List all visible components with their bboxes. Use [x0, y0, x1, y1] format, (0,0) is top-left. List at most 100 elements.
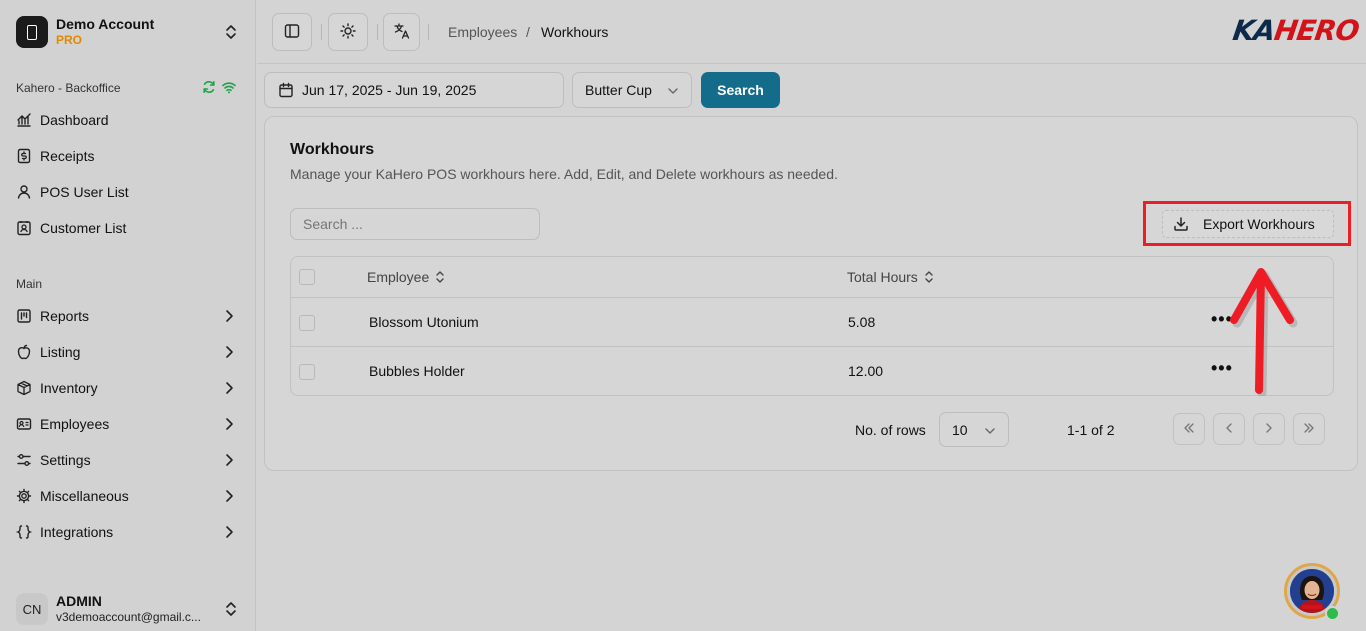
- row-checkbox[interactable]: [299, 315, 315, 331]
- chart-icon: [16, 112, 32, 128]
- table-row: Blossom Utonium 5.08 •••: [291, 298, 1333, 347]
- store-select[interactable]: Butter Cup: [572, 72, 692, 108]
- sidebar-item-reports[interactable]: Reports: [16, 301, 240, 331]
- sidebar: Demo Account PRO Kahero - Backoffice Das…: [0, 0, 256, 631]
- gear-icon: [16, 488, 32, 504]
- contact-icon: [16, 220, 32, 236]
- sun-icon: [340, 22, 356, 42]
- sidebar-item-label: Listing: [40, 344, 81, 360]
- divider: [428, 24, 429, 40]
- sidebar-toggle-icon: [284, 23, 300, 42]
- apple-icon: [16, 344, 32, 360]
- sidebar-item-label: Customer List: [40, 220, 127, 236]
- translate-icon: [393, 22, 411, 43]
- sidebar-item-customer-list[interactable]: Customer List: [16, 213, 240, 243]
- chevron-down-icon: [984, 424, 996, 440]
- sidebar-item-label: Employees: [40, 416, 110, 432]
- rows-per-page-value: 10: [952, 421, 968, 438]
- sidebar-item-inventory[interactable]: Inventory: [16, 373, 240, 403]
- chevron-right-icon: [224, 381, 234, 398]
- chevron-right-icon: [224, 345, 234, 362]
- select-all-checkbox[interactable]: [299, 269, 315, 285]
- chevrons-left-icon: [1182, 421, 1196, 438]
- pagination-info: 1-1 of 2: [1067, 422, 1115, 438]
- export-workhours-button[interactable]: Export Workhours: [1162, 210, 1334, 238]
- chevron-down-icon: [667, 84, 679, 100]
- account-name: Demo Account: [56, 16, 155, 32]
- main-section-label: Main: [16, 277, 43, 291]
- sidebar-item-label: Dashboard: [40, 112, 109, 128]
- box-icon: [16, 380, 32, 396]
- card-description: Manage your KaHero POS workhours here. A…: [290, 166, 838, 182]
- user-icon: [16, 184, 32, 200]
- first-page-button[interactable]: [1173, 413, 1205, 445]
- total-hours: 12.00: [848, 363, 884, 379]
- last-page-button[interactable]: [1293, 413, 1325, 445]
- account-switcher[interactable]: Demo Account PRO: [16, 15, 242, 49]
- chevron-right-icon: [224, 453, 234, 470]
- chevron-right-icon: [224, 489, 234, 506]
- chevrons-up-down-icon: [224, 24, 238, 43]
- sidebar-item-label: Integrations: [40, 524, 114, 540]
- phone-icon: [16, 16, 48, 48]
- column-employee[interactable]: Employee: [367, 269, 445, 285]
- id-card-icon: [16, 416, 32, 432]
- total-hours: 5.08: [848, 314, 876, 330]
- rows-per-page-label: No. of rows: [855, 422, 926, 438]
- sidebar-item-miscellaneous[interactable]: Miscellaneous: [16, 481, 240, 511]
- sliders-icon: [16, 452, 32, 468]
- sidebar-item-label: Miscellaneous: [40, 488, 129, 504]
- sidebar-item-label: Inventory: [40, 380, 98, 396]
- row-checkbox[interactable]: [299, 364, 315, 380]
- date-range-value: Jun 17, 2025 - Jun 19, 2025: [302, 82, 477, 98]
- sidebar-item-employees[interactable]: Employees: [16, 409, 240, 439]
- user-name: ADMIN: [56, 593, 102, 609]
- language-button[interactable]: [383, 13, 420, 51]
- sync-icon[interactable]: [202, 80, 216, 97]
- sidebar-item-dashboard[interactable]: Dashboard: [16, 105, 240, 135]
- wifi-icon: [222, 80, 236, 97]
- braces-icon: [16, 524, 32, 540]
- rows-per-page-select[interactable]: 10: [939, 412, 1009, 447]
- top-bar: Employees / Workhours KAHERO: [257, 0, 1366, 64]
- breadcrumb-employees[interactable]: Employees: [448, 24, 517, 40]
- column-total-hours[interactable]: Total Hours: [847, 269, 934, 285]
- chevron-right-icon: [224, 417, 234, 434]
- user-menu[interactable]: CN ADMIN v3demoaccount@gmail.c...: [16, 591, 242, 627]
- download-icon: [1173, 216, 1189, 232]
- next-page-button[interactable]: [1253, 413, 1285, 445]
- breadcrumb-separator: /: [526, 24, 530, 40]
- employee-name: Bubbles Holder: [369, 363, 465, 379]
- divider: [321, 24, 322, 40]
- sidebar-item-integrations[interactable]: Integrations: [16, 517, 240, 547]
- chevron-right-icon: [1262, 421, 1276, 438]
- annotation-arrow-icon: [1230, 268, 1298, 396]
- search-button[interactable]: Search: [701, 72, 780, 108]
- sidebar-item-pos-user-list[interactable]: POS User List: [16, 177, 240, 207]
- chevron-right-icon: [224, 525, 234, 542]
- user-email: v3demoaccount@gmail.c...: [56, 610, 201, 624]
- sidebar-item-listing[interactable]: Listing: [16, 337, 240, 367]
- online-status-indicator: [1325, 606, 1340, 621]
- previous-page-button[interactable]: [1213, 413, 1245, 445]
- kahero-logo: KAHERO: [1230, 14, 1361, 47]
- account-tier-badge: PRO: [56, 33, 83, 47]
- toggle-sidebar-button[interactable]: [272, 13, 312, 51]
- report-icon: [16, 308, 32, 324]
- sort-icon: [435, 270, 445, 284]
- employee-name: Blossom Utonium: [369, 314, 479, 330]
- receipt-icon: [16, 148, 32, 164]
- table-header: Employee Total Hours: [291, 257, 1333, 298]
- table-search-input[interactable]: [290, 208, 540, 240]
- store-select-value: Butter Cup: [585, 82, 652, 98]
- sidebar-item-settings[interactable]: Settings: [16, 445, 240, 475]
- theme-toggle-button[interactable]: [328, 13, 368, 51]
- sidebar-item-label: Settings: [40, 452, 91, 468]
- workhours-card: Workhours Manage your KaHero POS workhou…: [264, 116, 1358, 471]
- divider: [377, 24, 378, 40]
- sidebar-item-receipts[interactable]: Receipts: [16, 141, 240, 171]
- table-row: Bubbles Holder 12.00 •••: [291, 347, 1333, 395]
- sidebar-item-label: Reports: [40, 308, 90, 324]
- date-range-picker[interactable]: Jun 17, 2025 - Jun 19, 2025: [264, 72, 564, 108]
- store-label: Kahero - Backoffice: [16, 81, 121, 95]
